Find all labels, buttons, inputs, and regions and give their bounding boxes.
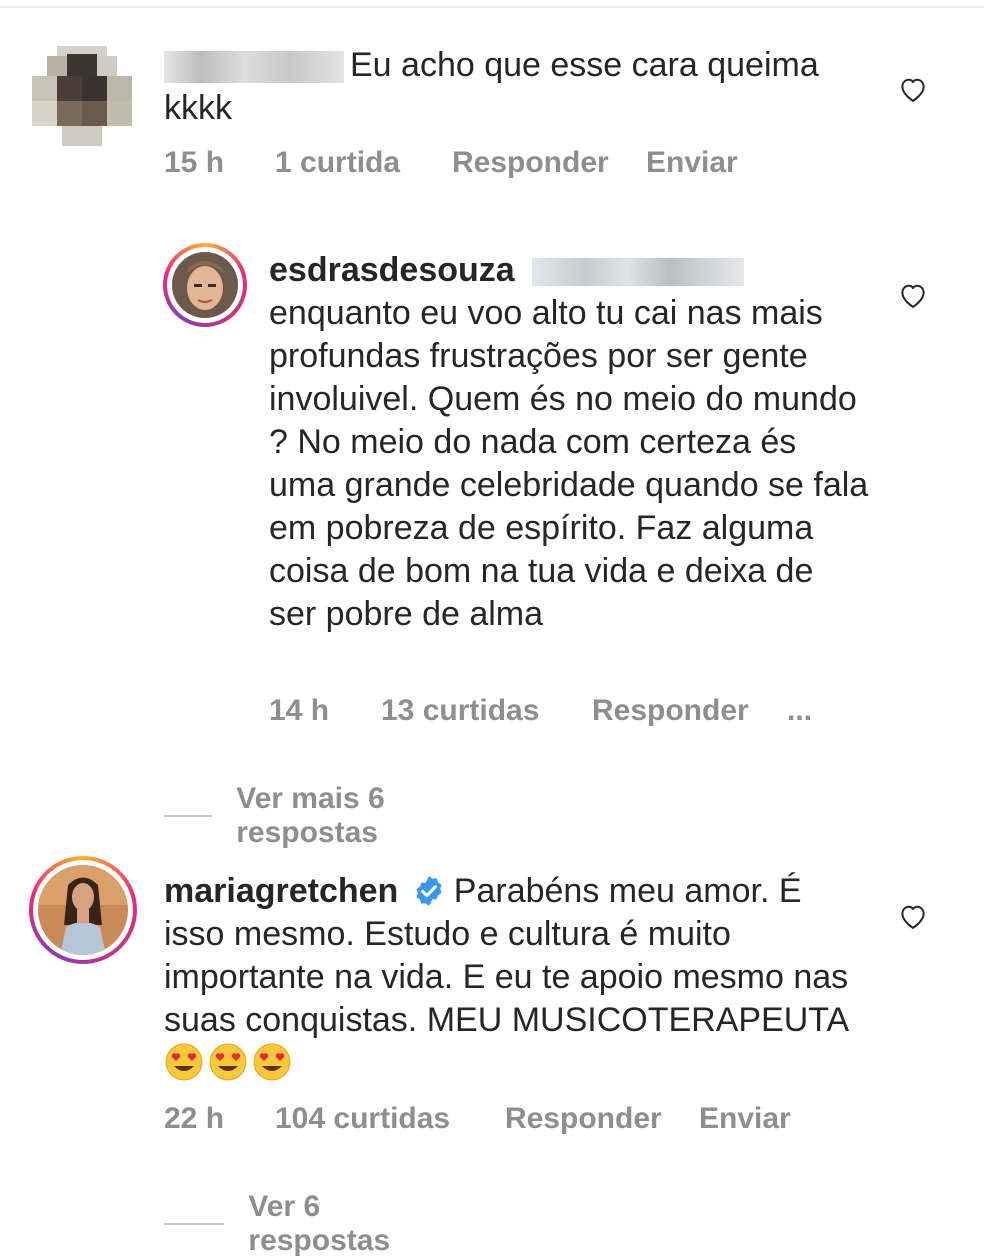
heart-outline-icon[interactable] xyxy=(898,902,928,930)
heart-eyes-emoji xyxy=(209,1043,247,1081)
comment-2-reply-button[interactable]: Responder xyxy=(592,694,749,728)
mention-redacted[interactable] xyxy=(532,258,745,287)
heart-eyes-emoji xyxy=(165,1043,203,1081)
view-replies[interactable]: Ver 6 respostas xyxy=(164,1190,412,1258)
comment-3-time[interactable]: 22 h xyxy=(164,1102,224,1136)
username-redacted[interactable] xyxy=(164,51,344,84)
pixelated-avatar xyxy=(32,46,132,146)
avatar-photo xyxy=(38,865,128,955)
comment-2-more-button[interactable]: ... xyxy=(787,694,812,728)
avatar-photo xyxy=(172,252,238,318)
comment-3-send-button[interactable]: Enviar xyxy=(699,1102,791,1136)
view-more-replies[interactable]: Ver mais 6 respostas xyxy=(164,782,412,850)
comment-3-reply-button[interactable]: Responder xyxy=(505,1102,662,1136)
view-replies-text[interactable]: Ver 6 respostas xyxy=(248,1190,411,1258)
comment-2-username[interactable]: esdrasdesouza xyxy=(269,251,515,289)
heart-outline-icon[interactable] xyxy=(898,281,928,309)
comment-1-time[interactable]: 15 h xyxy=(164,146,224,180)
top-divider xyxy=(0,6,984,8)
avatar-mariagretchen[interactable] xyxy=(38,865,128,955)
comment-2-time[interactable]: 14 h xyxy=(269,694,329,728)
replies-divider-line xyxy=(164,815,213,817)
comment-3-likes[interactable]: 104 curtidas xyxy=(275,1102,450,1136)
replies-divider-line xyxy=(164,1223,225,1225)
comment-1-body: Eu acho que esse cara queima kkkk xyxy=(164,44,864,130)
verified-badge-icon xyxy=(416,876,442,906)
comment-1-send-button[interactable]: Enviar xyxy=(646,146,738,180)
comment-2-text: enquanto eu voo alto tu cai nas mais pro… xyxy=(269,294,869,633)
avatar-blurred[interactable] xyxy=(32,46,132,146)
comment-3-username[interactable]: mariagretchen xyxy=(164,872,398,910)
comment-1-likes[interactable]: 1 curtida xyxy=(275,146,400,180)
comment-1-reply-button[interactable]: Responder xyxy=(452,146,609,180)
comment-2-body: esdrasdesouza enquanto eu voo alto tu ca… xyxy=(269,249,869,636)
comment-2-likes[interactable]: 13 curtidas xyxy=(381,694,539,728)
view-more-replies-text[interactable]: Ver mais 6 respostas xyxy=(236,782,412,850)
comment-3-body: mariagretchen Parabéns meu amor. É isso … xyxy=(164,870,864,1085)
heart-outline-icon[interactable] xyxy=(898,75,928,103)
avatar-esdrasdesouza[interactable] xyxy=(172,252,238,318)
heart-eyes-emoji xyxy=(253,1043,291,1081)
